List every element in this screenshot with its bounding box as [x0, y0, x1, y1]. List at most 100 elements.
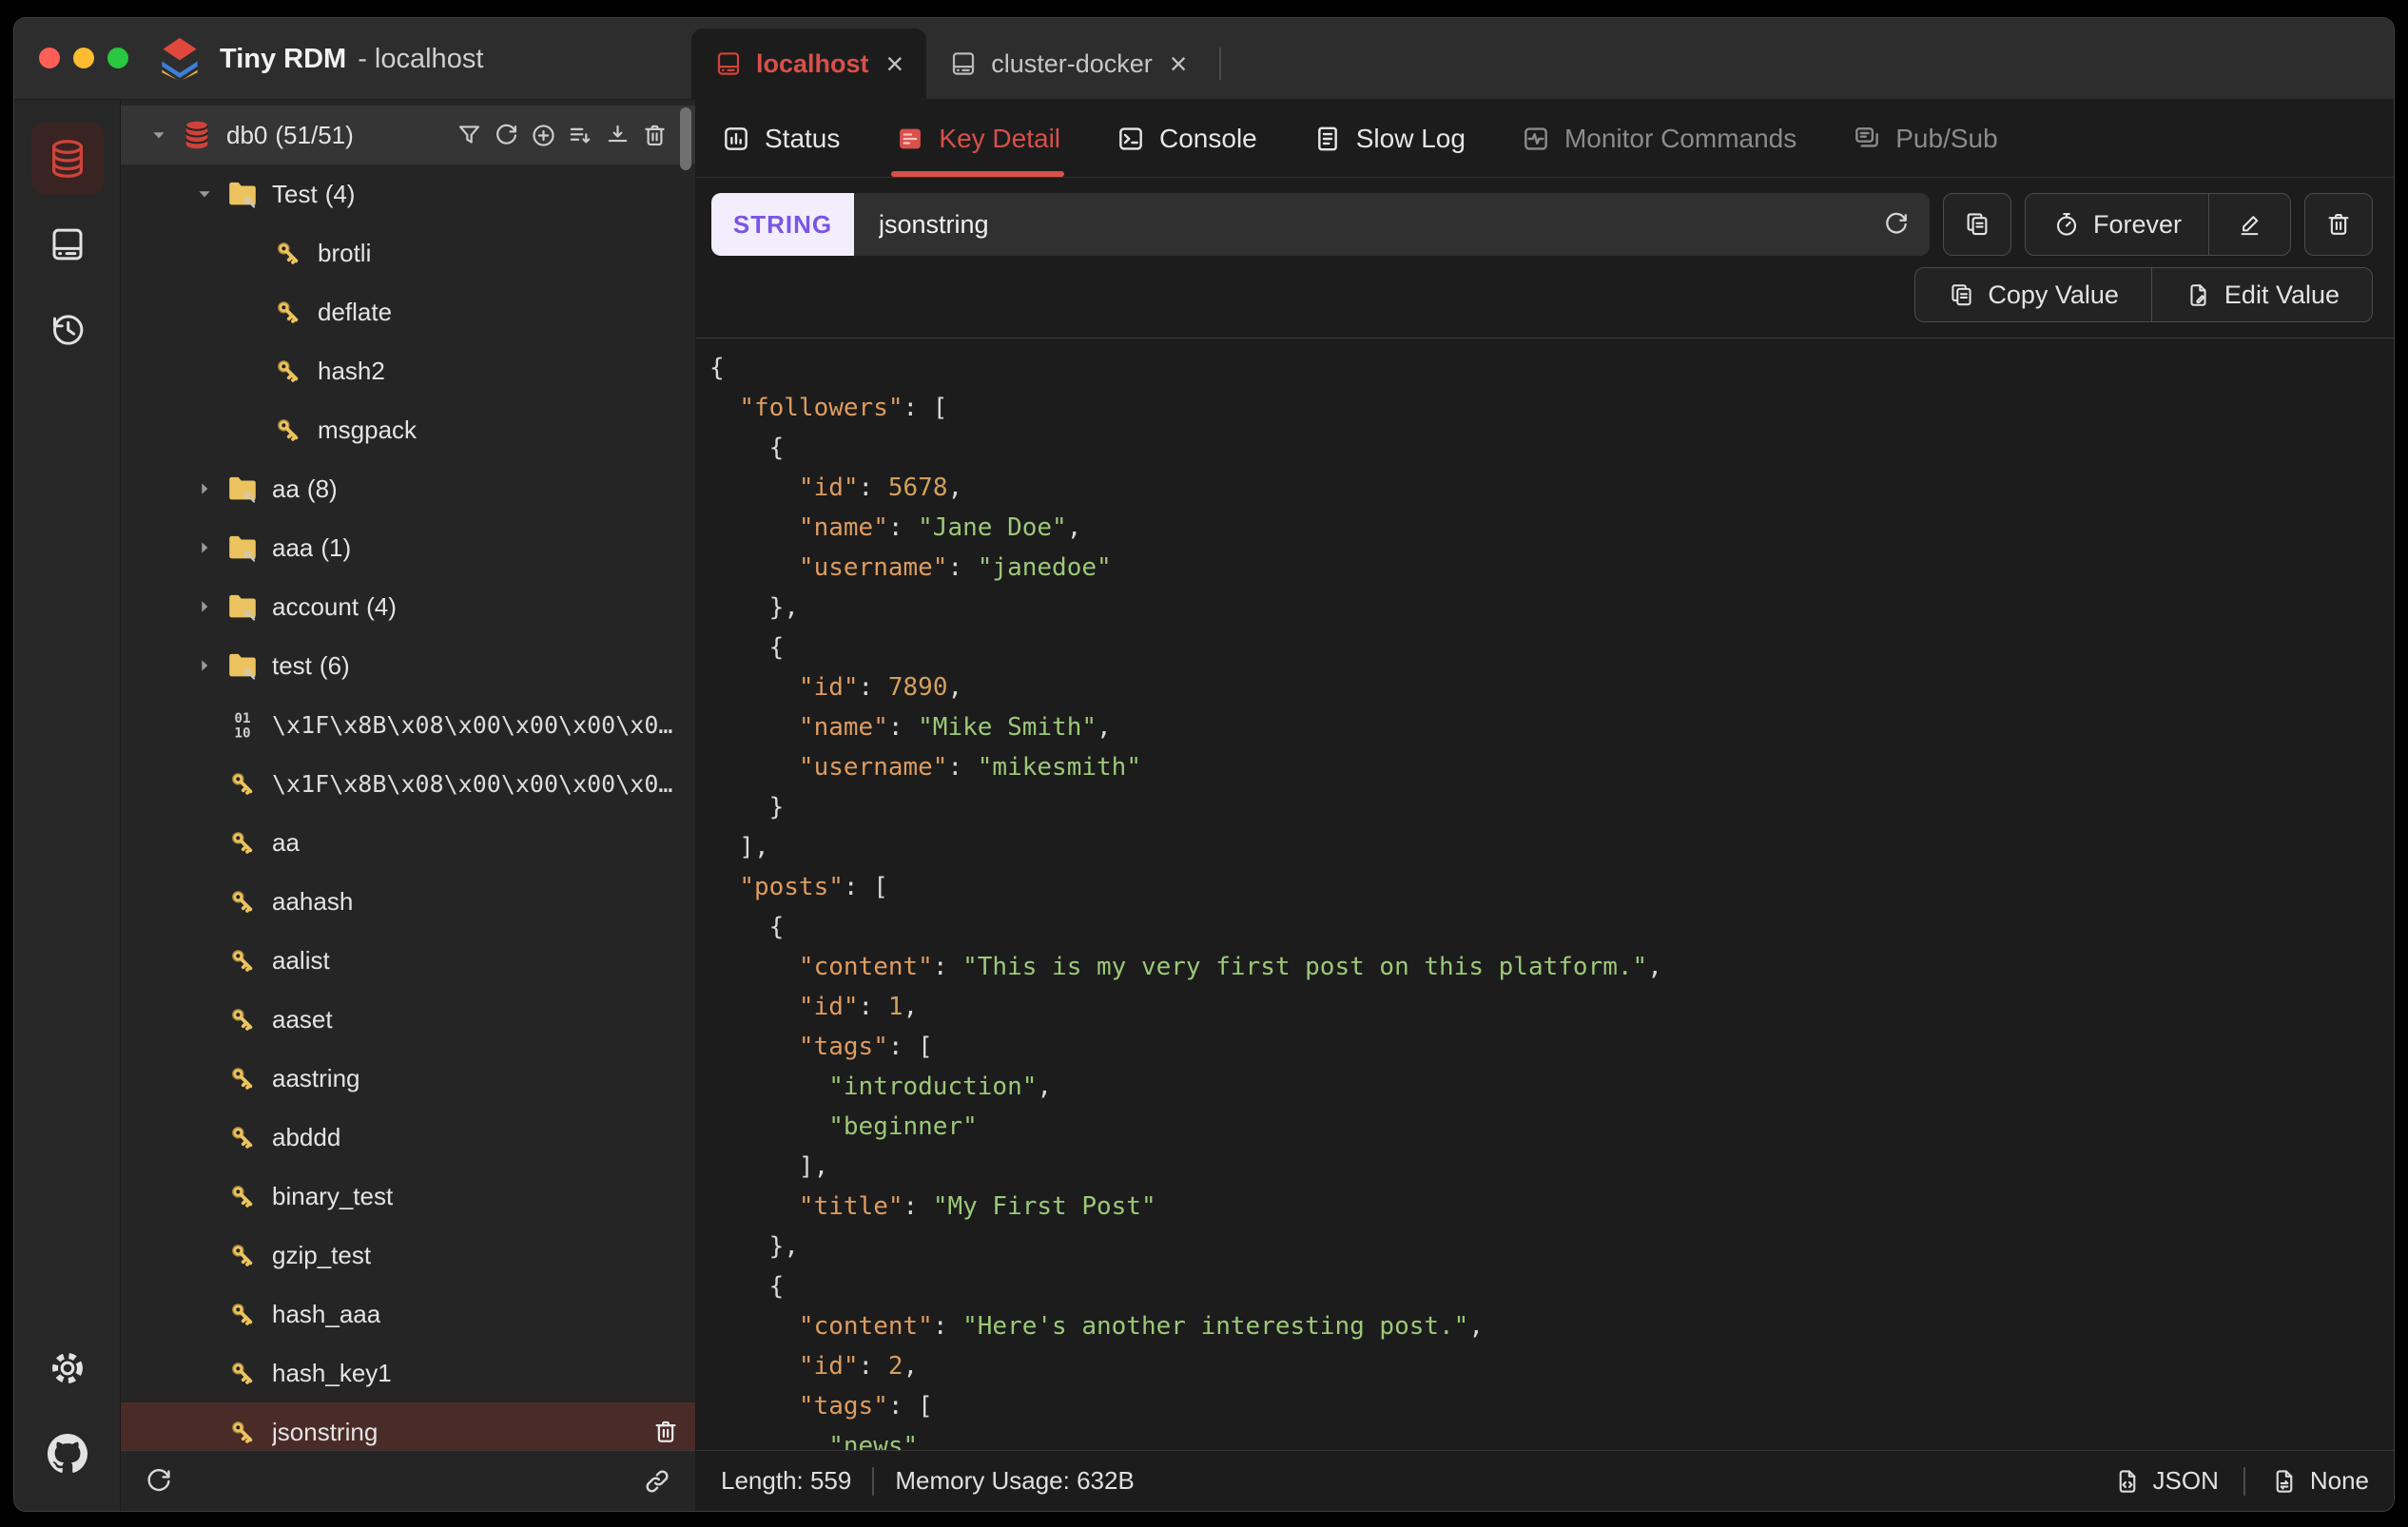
console-icon [1116, 124, 1146, 154]
code-line: "followers": [ [739, 394, 948, 422]
svg-text:10: 10 [234, 726, 250, 742]
view-as-select[interactable]: JSON [2113, 1466, 2219, 1496]
close-window-button[interactable] [39, 48, 60, 68]
minimize-window-button[interactable] [73, 48, 94, 68]
link-icon[interactable] [642, 1466, 672, 1497]
tree-scrollbar[interactable] [680, 107, 691, 170]
tree-key-aalist[interactable]: aalist [121, 931, 695, 990]
tree-item-label: Test [272, 179, 318, 208]
folder-icon [225, 648, 260, 683]
code-line: "name": "Jane Doe", [798, 513, 1082, 542]
tab-status[interactable]: Status [721, 100, 840, 177]
binary-icon: 01 10 [225, 707, 260, 742]
tree-db-db0[interactable]: db0 (51/51) [121, 106, 695, 164]
tree-folder-Test[interactable]: Test (4) [121, 164, 695, 223]
ttl-button[interactable]: Forever [2026, 194, 2208, 255]
tree-item-count: (8) [306, 474, 338, 503]
connection-tab-cluster-docker[interactable]: cluster-docker × [926, 29, 1210, 99]
ttl-edit-group: Forever [2024, 193, 2291, 256]
copy-icon [1963, 210, 1991, 239]
refresh-icon[interactable] [493, 122, 520, 149]
status-right: JSON None [2113, 1466, 2369, 1496]
rail-github-button[interactable] [31, 1418, 104, 1490]
edit-value-button[interactable]: Edit Value [2150, 268, 2372, 321]
tree-key-hash_aaa[interactable]: hash_aaa [121, 1285, 695, 1343]
tree-key-brotli[interactable]: brotli [121, 223, 695, 282]
caret-down-icon[interactable] [184, 182, 225, 206]
key-icon [225, 1120, 260, 1154]
tab-slow-log[interactable]: Slow Log [1312, 100, 1466, 177]
tree-key-hash2[interactable]: hash2 [121, 341, 695, 400]
tree-folder-aa[interactable]: aa (8) [121, 459, 695, 518]
tree-key-jsonstring[interactable]: jsonstring [121, 1402, 695, 1450]
tree-key-msgpack[interactable]: msgpack [121, 400, 695, 459]
copy-icon [1948, 281, 1975, 309]
pubsub-icon [1852, 124, 1882, 154]
folder-icon [225, 531, 260, 565]
import-icon[interactable] [604, 122, 631, 149]
tree-key-_x1F_x8B_x08_x00_x00_x00_x00_[interactable]: 01 10 \x1F\x8B\x08\x00\x00\x00\x00... [121, 695, 695, 754]
value-viewer[interactable]: { "followers": [ { "id": 5678, "name": "… [696, 338, 2394, 1450]
key-icon [225, 1179, 260, 1213]
delete-key-button[interactable] [2304, 193, 2373, 256]
caret-down-icon[interactable] [138, 123, 180, 147]
code-line: "title": "My First Post" [798, 1192, 1156, 1221]
connection-tab-localhost[interactable]: localhost × [691, 29, 927, 99]
rail-settings-button[interactable] [31, 1332, 104, 1404]
caret-right-icon[interactable] [184, 653, 225, 678]
tree-folder-aaa[interactable]: aaa (1) [121, 518, 695, 577]
key-name-value: jsonstring [879, 209, 989, 239]
tree-key-_x1F_x8B_x08_x00_x00_x00_x00_[interactable]: \x1F\x8B\x08\x00\x00\x00\x00... [121, 754, 695, 813]
copy-value-button[interactable]: Copy Value [1915, 268, 2151, 321]
copy-key-button[interactable] [1942, 193, 2011, 256]
rail-browser-button[interactable] [30, 123, 104, 195]
tree-item-label: hash2 [318, 356, 385, 385]
tab-pub-sub[interactable]: Pub/Sub [1852, 100, 1998, 177]
rail-server-button[interactable] [31, 208, 104, 280]
filter-icon[interactable] [456, 122, 483, 149]
rename-key-button[interactable] [2208, 194, 2290, 255]
tree-key-deflate[interactable]: deflate [121, 282, 695, 341]
active-tab-underline [891, 171, 1065, 177]
tree-key-hash_key1[interactable]: hash_key1 [121, 1343, 695, 1402]
tab-monitor-commands[interactable]: Monitor Commands [1521, 100, 1796, 177]
refresh-icon[interactable] [144, 1466, 174, 1497]
rail-history-button[interactable] [31, 294, 104, 366]
tree-key-aastring[interactable]: aastring [121, 1049, 695, 1108]
tree-key-aa[interactable]: aa [121, 813, 695, 872]
decode-select[interactable]: None [2270, 1466, 2369, 1496]
close-tab-icon[interactable]: × [1170, 48, 1188, 79]
tab-console[interactable]: Console [1116, 100, 1257, 177]
server-icon [48, 224, 87, 264]
code-line: "id": 5678, [798, 474, 963, 502]
caret-right-icon[interactable] [184, 594, 225, 619]
tab-label: Pub/Sub [1895, 123, 1998, 153]
key-name-input[interactable]: jsonstring [854, 193, 1930, 256]
trash-icon[interactable] [651, 1418, 680, 1446]
tree-key-aahash[interactable]: aahash [121, 872, 695, 931]
code-line: "content": "Here's another interesting p… [798, 1312, 1484, 1341]
tree-item-label: \x1F\x8B\x08\x00\x00\x00\x00... [272, 769, 680, 798]
tree-key-gzip_test[interactable]: gzip_test [121, 1226, 695, 1285]
trash-icon[interactable] [641, 122, 669, 149]
trash-icon [2324, 210, 2353, 239]
reload-key-icon[interactable] [1882, 210, 1911, 239]
tree-item-label: hash_key1 [272, 1358, 392, 1387]
tab-key-detail[interactable]: Key Detail [891, 100, 1065, 177]
tree-key-binary_test[interactable]: binary_test [121, 1167, 695, 1226]
body-row: db0 (51/51) Test (4) brotli deflate hash2 msgpa… [14, 100, 2394, 1511]
plus-icon[interactable] [530, 122, 557, 149]
tree-key-abddd[interactable]: abddd [121, 1108, 695, 1167]
tree-folder-account[interactable]: account (4) [121, 577, 695, 636]
key-tree[interactable]: db0 (51/51) Test (4) brotli deflate hash2 msgpa… [121, 100, 695, 1450]
sort-icon[interactable] [567, 122, 594, 149]
length-label: Length: 559 [721, 1466, 852, 1495]
tree-item-label: \x1F\x8B\x08\x00\x00\x00\x00... [272, 710, 680, 739]
caret-right-icon[interactable] [184, 535, 225, 560]
close-tab-icon[interactable]: × [886, 48, 904, 79]
zoom-window-button[interactable] [107, 48, 128, 68]
titlebar: Tiny RDM - localhost localhost × cluster-d… [14, 18, 2394, 100]
tree-folder-test[interactable]: test (6) [121, 636, 695, 695]
tree-key-aaset[interactable]: aaset [121, 990, 695, 1049]
caret-right-icon[interactable] [184, 476, 225, 501]
